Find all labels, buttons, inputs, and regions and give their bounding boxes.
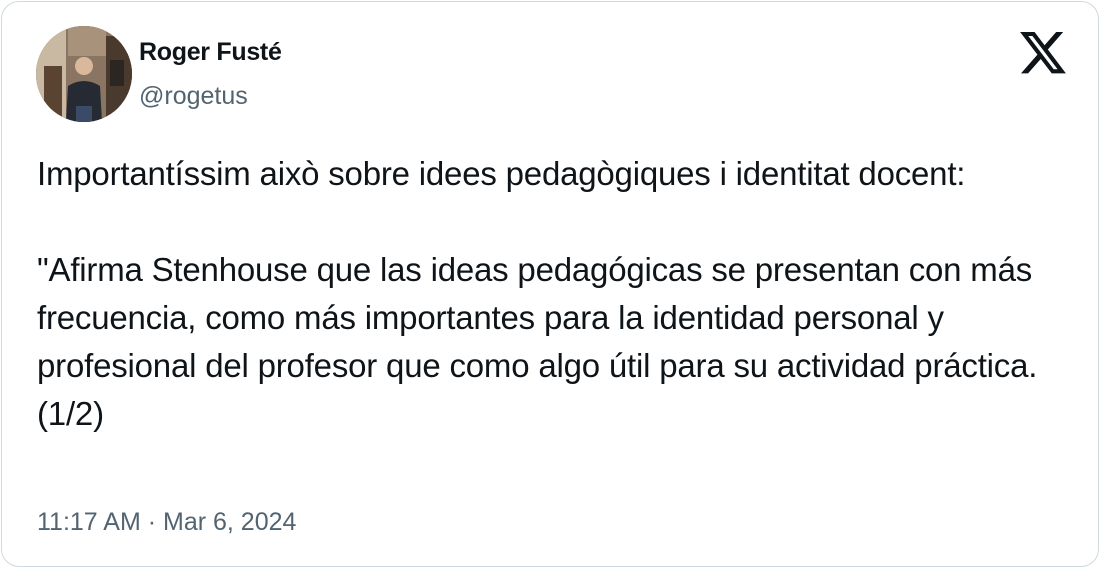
author-name[interactable]: Roger Fusté [139,38,282,67]
tweet-timestamp[interactable]: 11:17 AM · Mar 6, 2024 [37,508,296,537]
tweet-paragraph: Importantíssim això sobre idees pedagògi… [37,155,966,192]
tweet-paragraph: "Afirma Stenhouse que las ideas pedagógi… [37,251,1038,432]
tweet-card: Roger Fusté @rogetus Importantíssim això… [1,1,1099,567]
tweet-text: Importantíssim això sobre idees pedagògi… [37,150,1067,438]
x-logo-icon[interactable] [1020,32,1066,74]
avatar[interactable] [36,26,132,122]
avatar-photo [36,26,132,122]
author-handle[interactable]: @rogetus [139,82,248,111]
